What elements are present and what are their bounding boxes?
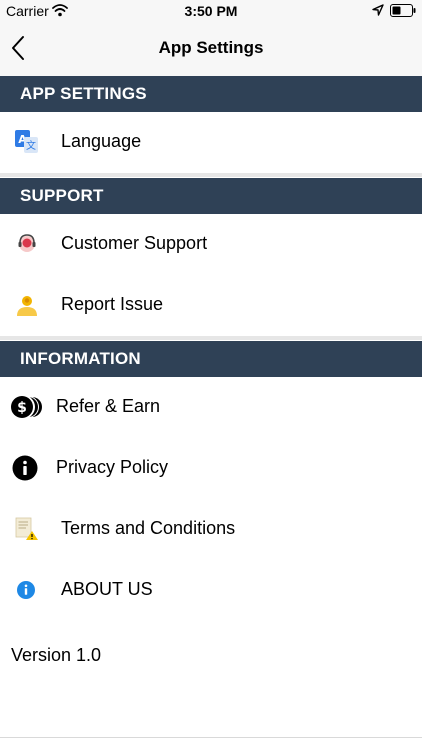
settings-row-label: Privacy Policy — [56, 457, 169, 477]
settings-row-label: Report Issue — [61, 294, 164, 314]
app-version: Version 1.0 — [11, 645, 102, 665]
settings-row-refer-earn[interactable]: $ Refer & Earn — [0, 377, 422, 438]
section-header-support: SUPPORT — [0, 178, 422, 214]
page-title: App Settings — [158, 38, 264, 57]
settings-row-language[interactable]: A 文 Language — [0, 112, 422, 173]
svg-text:$: $ — [17, 400, 27, 416]
settings-row-customer-support[interactable]: Customer Support — [0, 214, 422, 275]
coins-icon: $ — [11, 395, 42, 419]
settings-row-label: Terms and Conditions — [61, 518, 236, 538]
navigation-bar: App Settings — [0, 22, 422, 76]
svg-text:文: 文 — [26, 139, 36, 152]
settings-row-about-us[interactable]: ABOUT US — [0, 560, 422, 621]
customer-support-icon — [18, 234, 36, 252]
section-divider — [0, 173, 422, 177]
section-header-information: INFORMATION — [0, 341, 422, 377]
status-time: 3:50 PM — [184, 3, 238, 19]
bottom-divider — [0, 737, 422, 738]
section-header-app-settings: APP SETTINGS — [0, 76, 422, 112]
settings-row-label: ABOUT US — [61, 579, 153, 599]
settings-row-report-issue[interactable]: Report Issue — [0, 275, 422, 336]
settings-row-label: Customer Support — [61, 233, 208, 253]
battery-icon — [390, 4, 416, 17]
document-warning-icon — [15, 517, 38, 540]
translate-icon: A 文 — [15, 130, 38, 153]
status-bar: Carrier 3:50 PM — [0, 0, 422, 22]
section-divider — [0, 336, 422, 340]
info-black-icon — [12, 455, 38, 481]
report-issue-icon — [17, 296, 37, 316]
info-blue-icon — [17, 581, 35, 599]
settings-row-privacy-policy[interactable]: Privacy Policy — [0, 438, 422, 499]
settings-row-terms-conditions[interactable]: Terms and Conditions — [0, 499, 422, 560]
settings-row-label: Refer & Earn — [56, 396, 161, 416]
location-icon — [372, 4, 384, 16]
settings-row-label: Language — [61, 131, 142, 151]
